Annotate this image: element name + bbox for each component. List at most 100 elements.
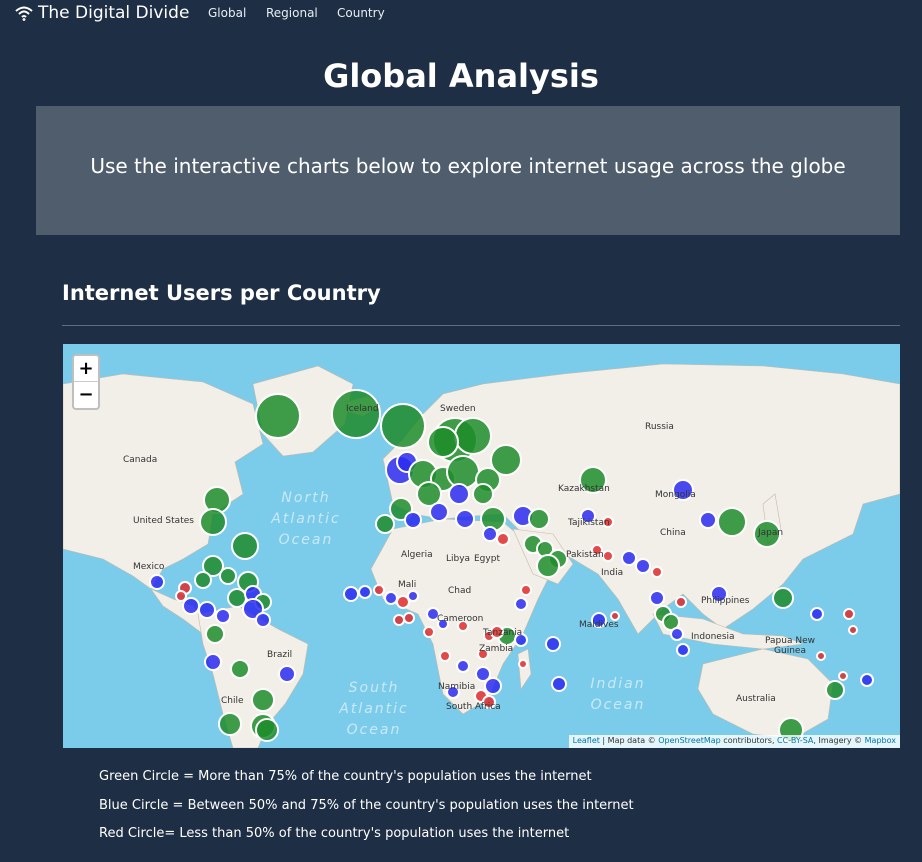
country-marker-red[interactable] xyxy=(520,584,532,596)
country-marker-green[interactable] xyxy=(199,508,227,536)
country-marker-green[interactable] xyxy=(454,417,492,455)
country-marker-green[interactable] xyxy=(717,507,747,537)
place-label-russia: Russia xyxy=(645,422,674,432)
country-marker-blue[interactable] xyxy=(676,643,690,657)
country-marker-blue[interactable] xyxy=(635,558,651,574)
place-label-tanzania: Tanzania xyxy=(483,628,523,638)
hero-text: Use the interactive charts below to expl… xyxy=(90,154,846,178)
section-title: Internet Users per Country xyxy=(62,281,381,305)
country-marker-green[interactable] xyxy=(427,426,459,458)
country-marker-blue[interactable] xyxy=(670,627,684,641)
country-marker-blue[interactable] xyxy=(551,676,567,692)
country-marker-blue[interactable] xyxy=(429,502,449,522)
country-marker-green[interactable] xyxy=(255,393,301,439)
ocean-label-south-atlantic: South Atlantic Ocean xyxy=(339,680,409,738)
country-marker-green[interactable] xyxy=(446,455,480,489)
country-marker-blue[interactable] xyxy=(215,608,231,624)
country-marker-blue[interactable] xyxy=(384,591,398,605)
country-marker-blue[interactable] xyxy=(860,673,874,687)
map-attribution: Leaflet | Map data © OpenStreetMap contr… xyxy=(568,735,900,748)
country-marker-blue[interactable] xyxy=(545,636,561,652)
legend-blue: Blue Circle = Between 50% and 75% of the… xyxy=(99,798,634,813)
country-marker-green[interactable] xyxy=(772,587,794,609)
country-marker-red[interactable] xyxy=(602,550,614,562)
country-marker-blue[interactable] xyxy=(456,659,470,673)
country-marker-green[interactable] xyxy=(472,483,494,505)
zoom-in-button[interactable]: + xyxy=(74,356,98,382)
country-marker-red[interactable] xyxy=(396,595,410,609)
country-marker-red[interactable] xyxy=(373,584,385,596)
mapbox-link[interactable]: Mapbox xyxy=(865,736,896,745)
ocean-label-north-atlantic: North Atlantic Ocean xyxy=(271,490,341,548)
legend-green: Green Circle = More than 75% of the coun… xyxy=(99,769,592,784)
country-marker-red[interactable] xyxy=(439,650,451,662)
country-marker-blue[interactable] xyxy=(482,526,498,542)
country-marker-red[interactable] xyxy=(843,608,855,620)
place-label-egypt: Egypt xyxy=(474,554,500,564)
nav-link-regional[interactable]: Regional xyxy=(266,6,318,20)
license-link[interactable]: CC-BY-SA xyxy=(777,736,813,745)
country-marker-blue[interactable] xyxy=(198,601,216,619)
country-marker-red[interactable] xyxy=(518,659,528,669)
country-marker-green[interactable] xyxy=(230,659,250,679)
country-marker-blue[interactable] xyxy=(255,612,271,628)
country-marker-green[interactable] xyxy=(205,624,225,644)
place-label-iceland: Iceland xyxy=(346,404,379,414)
country-marker-blue[interactable] xyxy=(649,590,665,606)
country-marker-blue[interactable] xyxy=(455,509,475,529)
country-marker-blue[interactable] xyxy=(448,483,470,505)
osm-link[interactable]: OpenStreetMap xyxy=(658,736,721,745)
country-marker-blue[interactable] xyxy=(407,590,419,602)
world-map[interactable]: North Atlantic Ocean South Atlantic Ocea… xyxy=(63,344,900,748)
place-label-brazil: Brazil xyxy=(267,650,293,660)
leaflet-link[interactable]: Leaflet xyxy=(573,736,600,745)
country-marker-blue[interactable] xyxy=(810,607,824,621)
place-label-china: China xyxy=(660,528,686,538)
country-marker-green[interactable] xyxy=(528,508,550,530)
nav-link-country[interactable]: Country xyxy=(337,6,385,20)
country-marker-blue[interactable] xyxy=(182,597,200,615)
brand[interactable]: The Digital Divide xyxy=(14,3,189,23)
country-marker-blue[interactable] xyxy=(484,677,502,695)
country-marker-green[interactable] xyxy=(536,554,560,578)
country-marker-green[interactable] xyxy=(255,718,279,742)
country-marker-red[interactable] xyxy=(403,612,415,624)
nav-link-global[interactable]: Global xyxy=(208,6,246,20)
country-marker-blue[interactable] xyxy=(621,550,637,566)
place-label-kazakhstan: Kazakhstan xyxy=(558,484,610,494)
country-marker-red[interactable] xyxy=(838,671,848,681)
place-label-mexico: Mexico xyxy=(133,562,165,572)
country-marker-blue[interactable] xyxy=(278,665,296,683)
country-marker-red[interactable] xyxy=(423,626,435,638)
country-marker-blue[interactable] xyxy=(514,597,528,611)
place-label-sweden: Sweden xyxy=(440,404,476,414)
country-marker-blue[interactable] xyxy=(204,653,222,671)
country-marker-green[interactable] xyxy=(331,389,381,439)
country-marker-blue[interactable] xyxy=(149,574,165,590)
country-marker-green[interactable] xyxy=(194,571,212,589)
place-label-cameroon: Cameroon xyxy=(437,614,484,624)
country-marker-red[interactable] xyxy=(651,566,663,578)
country-marker-red[interactable] xyxy=(610,611,620,621)
country-marker-red[interactable] xyxy=(393,614,405,626)
zoom-out-button[interactable]: − xyxy=(74,382,98,408)
country-marker-blue[interactable] xyxy=(404,511,422,529)
country-marker-blue[interactable] xyxy=(343,586,359,602)
country-marker-green[interactable] xyxy=(375,514,395,534)
country-marker-green[interactable] xyxy=(825,680,845,700)
country-marker-blue[interactable] xyxy=(358,585,372,599)
country-marker-red[interactable] xyxy=(675,596,687,608)
page-title: Global Analysis xyxy=(323,57,599,95)
country-marker-red[interactable] xyxy=(496,532,510,546)
place-label-india: India xyxy=(601,568,624,578)
country-marker-blue[interactable] xyxy=(699,511,717,529)
country-marker-red[interactable] xyxy=(848,625,858,635)
country-marker-green[interactable] xyxy=(218,712,242,736)
country-marker-green[interactable] xyxy=(380,403,426,449)
country-marker-green[interactable] xyxy=(231,532,259,560)
country-marker-green[interactable] xyxy=(251,688,275,712)
country-marker-green[interactable] xyxy=(219,567,237,585)
ocean-label-indian: Indian Ocean xyxy=(590,676,646,713)
section-divider xyxy=(62,325,900,326)
country-marker-red[interactable] xyxy=(175,590,187,602)
